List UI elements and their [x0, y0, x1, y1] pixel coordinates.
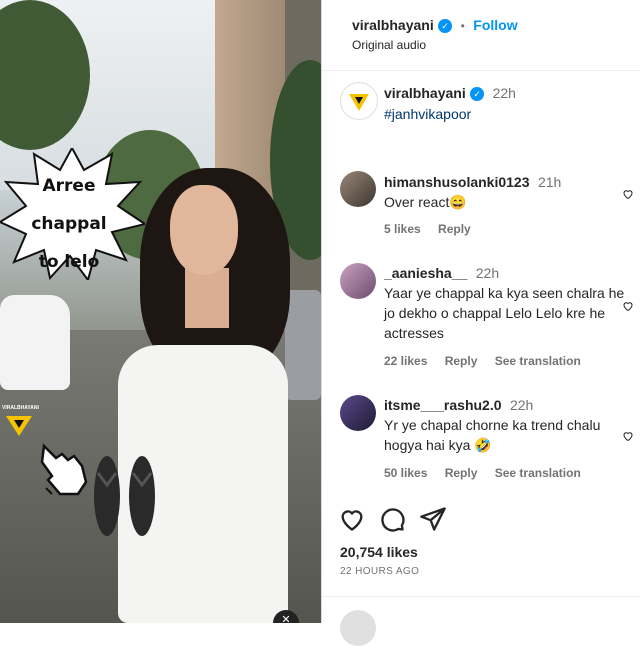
caption-hashtag[interactable]: #janhvikapoor — [384, 106, 471, 122]
header-dot-separator: • — [460, 19, 465, 33]
likes-count[interactable]: 20,754 likes — [340, 544, 418, 560]
caption-avatar[interactable] — [340, 82, 378, 120]
heart-icon[interactable] — [338, 505, 366, 533]
comment-time: 21h — [537, 174, 562, 190]
comment-text: Yr ye chapal chorne ka trend chalu hogya… — [384, 417, 601, 453]
comment-meta: 22 likes Reply See translation — [384, 354, 595, 368]
current-user-avatar — [340, 610, 376, 646]
pointing-hand-icon — [40, 443, 88, 496]
comment-username[interactable]: itsme___rashu2.0 — [384, 397, 502, 413]
watermark-logo-icon — [6, 416, 32, 436]
caption-time: 22h — [492, 85, 516, 101]
verified-badge-icon: ✓ — [470, 86, 485, 101]
comment-avatar[interactable] — [340, 171, 376, 207]
comment-likes[interactable]: 5 likes — [384, 222, 421, 236]
reply-button[interactable]: Reply — [438, 222, 471, 236]
comment-username[interactable]: himanshusolanki0123 — [384, 174, 530, 190]
comment-time: 22h — [509, 397, 534, 413]
brand-logo-icon — [349, 94, 369, 111]
comment-text: Over react😄 — [384, 194, 467, 210]
comment-meta: 50 likes Reply See translation — [384, 466, 595, 480]
see-translation-button[interactable]: See translation — [495, 466, 581, 480]
comment-3: itsme___rashu2.0 22h Yr ye chapal chorne… — [384, 397, 634, 455]
verified-badge-icon: ✓ — [438, 18, 453, 33]
post-time-ago: 22 HOURS AGO — [340, 566, 420, 577]
comment-likes[interactable]: 50 likes — [384, 466, 427, 480]
overlay-text: Arree chappal to lelo — [14, 167, 124, 281]
comment-text: Yaar ye chappal ka kya seen chalra he jo… — [384, 285, 625, 341]
comment-header: itsme___rashu2.0 22h — [384, 397, 634, 415]
comment-avatar[interactable] — [340, 395, 376, 431]
heart-icon[interactable] — [622, 430, 634, 442]
post-actions — [338, 505, 455, 538]
caption-username[interactable]: viralbhayani — [384, 85, 466, 101]
follow-button[interactable]: Follow — [473, 17, 517, 33]
comment-1: himanshusolanki0123 21h Over react😄 — [384, 174, 624, 212]
caption-line: viralbhayani ✓ 22h — [384, 85, 516, 103]
heart-icon[interactable] — [622, 300, 634, 312]
heart-icon[interactable] — [622, 188, 634, 200]
comment-avatar[interactable] — [340, 263, 376, 299]
header-user-line: viralbhayani ✓ • Follow — [352, 17, 518, 35]
comment-header: _aaniesha__ 22h — [384, 265, 634, 283]
comment-icon[interactable] — [378, 505, 406, 533]
comment-likes[interactable]: 22 likes — [384, 354, 427, 368]
comment-username[interactable]: _aaniesha__ — [384, 265, 467, 281]
media-person-neck — [185, 268, 229, 328]
media-person-face — [170, 185, 238, 275]
media-car-right — [285, 290, 321, 400]
share-icon[interactable] — [419, 505, 447, 533]
audio-link[interactable]: Original audio — [352, 38, 426, 52]
comment-meta: 5 likes Reply — [384, 222, 485, 236]
post-side-panel: viralbhayani ✓ • Follow Original audio v… — [322, 0, 640, 646]
overlay-line-3: to lelo — [38, 252, 100, 272]
see-translation-button[interactable]: See translation — [495, 354, 581, 368]
comment-time: 22h — [475, 265, 500, 281]
post-media[interactable]: Arree chappal to lelo VIRALBHAYANI ✕ — [0, 0, 321, 623]
header-username[interactable]: viralbhayani — [352, 17, 434, 33]
chappals-icon — [94, 456, 155, 536]
overlay-line-2: chappal — [31, 214, 107, 234]
actions-divider — [322, 596, 640, 597]
reply-button[interactable]: Reply — [445, 466, 478, 480]
post-header: viralbhayani ✓ • Follow Original audio — [322, 0, 640, 71]
media-car — [0, 295, 70, 390]
comment-2: _aaniesha__ 22h Yaar ye chappal ka kya s… — [384, 265, 634, 343]
overlay-line-1: Arree — [42, 176, 96, 196]
reply-button[interactable]: Reply — [445, 354, 478, 368]
comment-header: himanshusolanki0123 21h — [384, 174, 624, 192]
